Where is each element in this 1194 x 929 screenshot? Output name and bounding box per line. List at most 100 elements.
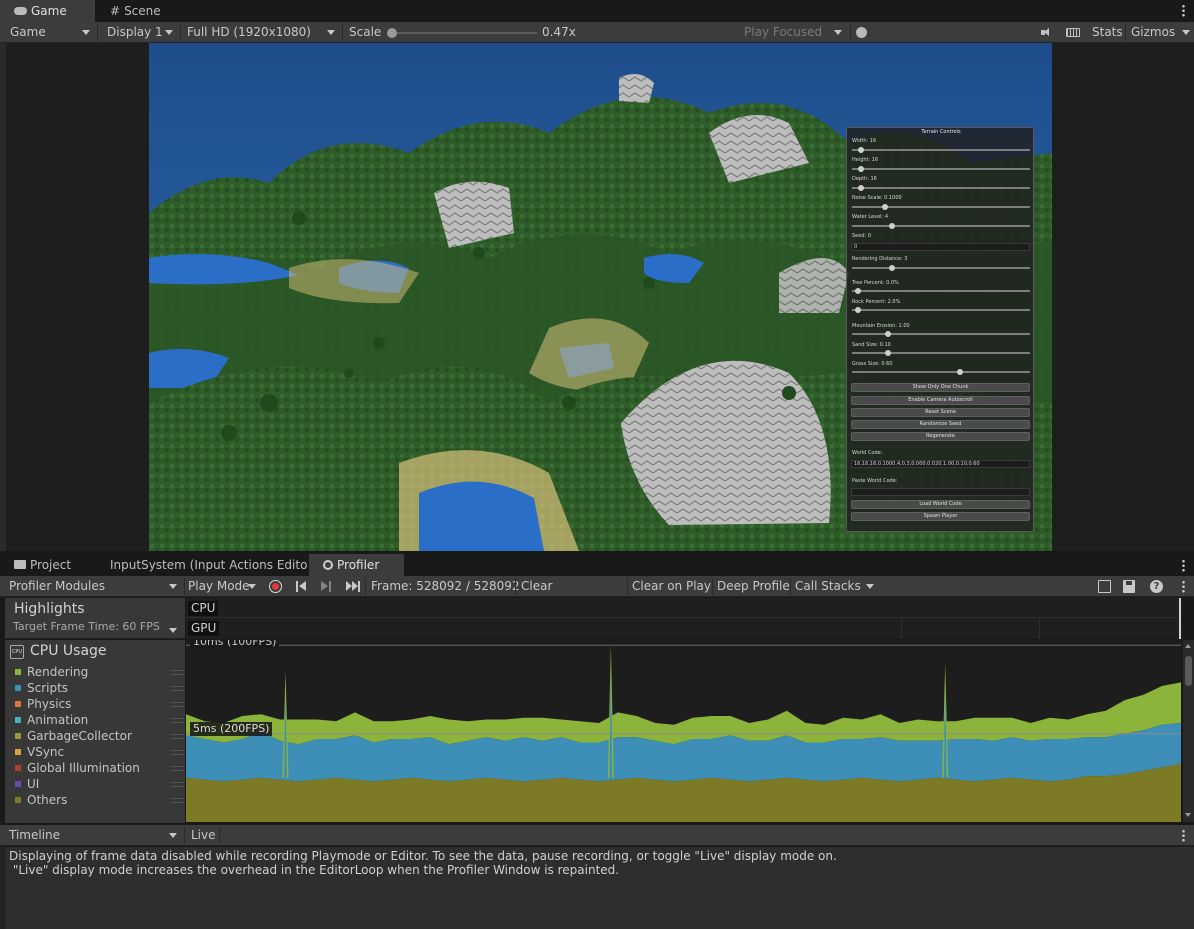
cpu-usage-chart-svg: [186, 644, 1181, 822]
clear-on-play-button[interactable]: Clear on Play: [628, 576, 715, 597]
audio-icon[interactable]: [1041, 28, 1052, 37]
tree-percent-slider[interactable]: [852, 288, 1030, 294]
stats-button[interactable]: Stats: [1088, 22, 1127, 43]
tab-project[interactable]: Project: [0, 554, 96, 576]
load-world-code-button[interactable]: Load World Code: [851, 500, 1030, 509]
drag-handle-icon[interactable]: [171, 734, 183, 739]
last-frame-icon[interactable]: [346, 581, 361, 592]
view-dropdown[interactable]: Game: [6, 22, 96, 43]
save-icon[interactable]: [1123, 580, 1135, 593]
enable-camera-autoscroll-button[interactable]: Enable Camera Autoscroll: [851, 396, 1030, 405]
water-level-slider-knob[interactable]: [889, 223, 895, 229]
rock-percent-slider[interactable]: [852, 307, 1030, 313]
details-left-strip: [0, 847, 5, 929]
mountain-erosion-slider[interactable]: [852, 331, 1030, 337]
height-slider-knob[interactable]: [858, 166, 864, 172]
paste-world-code-field[interactable]: [851, 488, 1030, 496]
noise-scale-slider[interactable]: [852, 204, 1030, 210]
tab-scene[interactable]: # Scene: [96, 0, 186, 22]
scale-slider[interactable]: [387, 28, 537, 38]
frame-counter: Frame: 528092 / 528092: [371, 579, 520, 593]
record-icon[interactable]: [269, 580, 282, 593]
profiler-scrollbar[interactable]: [1183, 640, 1194, 822]
play-mode-dropdown[interactable]: Play Focused: [740, 22, 848, 43]
grass-size-slider-knob[interactable]: [957, 369, 963, 375]
drag-handle-icon[interactable]: [171, 686, 183, 691]
water-level-slider[interactable]: [852, 223, 1030, 229]
legend-others[interactable]: Others: [15, 793, 183, 809]
tab-input-system[interactable]: InputSystem (Input Actions Edito: [96, 554, 308, 576]
legend-ui[interactable]: UI: [15, 777, 183, 793]
deep-profile-button[interactable]: Deep Profile: [713, 576, 794, 597]
depth-slider-knob[interactable]: [858, 185, 864, 191]
mountain-erosion-slider-knob[interactable]: [885, 331, 891, 337]
width-slider-knob[interactable]: [858, 147, 864, 153]
cpu-usage-chart[interactable]: 10ms (100FPS) 5ms (200FPS): [186, 640, 1181, 822]
scrollbar-thumb[interactable]: [1185, 656, 1192, 686]
rendering-distance-slider[interactable]: [852, 265, 1030, 271]
profiler-menu-icon[interactable]: [1182, 580, 1185, 593]
noise-scale-label: Noise Scale: 0.1000: [852, 195, 902, 201]
width-slider[interactable]: [852, 147, 1030, 153]
drag-handle-icon[interactable]: [171, 750, 183, 755]
legend-garbage-collector[interactable]: GarbageCollector: [15, 729, 183, 745]
details-menu-icon[interactable]: [1182, 829, 1185, 842]
grass-size-slider[interactable]: [852, 369, 1030, 375]
display-dropdown[interactable]: Display 1: [103, 22, 179, 43]
world-code-field[interactable]: 16,16,16,0.1000,4,0,3,0.000,0.020,1.00,0…: [851, 460, 1030, 468]
game-viewport[interactable]: Terrain Controls Width: 16 Height: 16 De…: [149, 43, 1052, 551]
drag-handle-icon[interactable]: [171, 798, 183, 803]
drag-handle-icon[interactable]: [171, 718, 183, 723]
reset-scene-button[interactable]: Reset Scene: [851, 408, 1030, 417]
regenerate-button[interactable]: Regenerate: [851, 432, 1030, 441]
first-frame-icon[interactable]: [296, 581, 307, 592]
legend-physics[interactable]: Physics: [15, 697, 183, 713]
scale-slider-knob[interactable]: [387, 28, 397, 38]
target-play-mode-dropdown[interactable]: Play Mode: [184, 576, 262, 597]
panel-menu-icon[interactable]: [1182, 559, 1185, 572]
seed-field[interactable]: 0: [851, 243, 1030, 251]
profiler-modules-dropdown[interactable]: Profiler Modules: [5, 576, 183, 597]
legend-rendering[interactable]: Rendering: [15, 665, 183, 681]
live-toggle[interactable]: Live: [187, 825, 220, 846]
tree-percent-slider-knob[interactable]: [855, 288, 861, 294]
drag-handle-icon[interactable]: [171, 702, 183, 707]
details-view-dropdown[interactable]: Timeline: [5, 825, 183, 846]
next-frame-icon[interactable]: [321, 581, 332, 592]
rock-percent-slider-knob[interactable]: [855, 307, 861, 313]
noise-scale-slider-knob[interactable]: [882, 204, 888, 210]
call-stacks-dropdown[interactable]: Call Stacks: [791, 576, 880, 597]
sand-size-slider-knob[interactable]: [885, 350, 891, 356]
legend-scripts[interactable]: Scripts: [15, 681, 183, 697]
sand-size-slider[interactable]: [852, 350, 1030, 356]
legend-global-illumination[interactable]: Global Illumination: [15, 761, 183, 777]
show-only-one-chunk-button[interactable]: Show Only One Chunk: [851, 383, 1030, 392]
help-icon[interactable]: ?: [1150, 580, 1163, 593]
depth-slider[interactable]: [852, 185, 1030, 191]
randomize-seed-button[interactable]: Randomize Seed: [851, 420, 1030, 429]
scroll-up-icon[interactable]: [1185, 644, 1191, 648]
gizmos-chevron-down-icon[interactable]: [1182, 30, 1190, 35]
legend-vsync[interactable]: VSync: [15, 745, 183, 761]
height-slider[interactable]: [852, 166, 1030, 172]
scroll-down-icon[interactable]: [1185, 813, 1191, 817]
spawn-player-button[interactable]: Spawn Player: [851, 512, 1030, 521]
rendering-distance-slider-knob[interactable]: [889, 265, 895, 271]
resolution-dropdown[interactable]: Full HD (1920x1080): [183, 22, 341, 43]
tab-profiler[interactable]: Profiler: [309, 554, 404, 576]
drag-handle-icon[interactable]: [171, 782, 183, 787]
bug-icon[interactable]: [856, 27, 867, 38]
drag-handle-icon[interactable]: [171, 766, 183, 771]
keyboard-icon[interactable]: [1066, 28, 1080, 37]
cpu-lane-label: CPU: [188, 601, 219, 616]
clear-button[interactable]: Clear: [517, 576, 556, 597]
drag-handle-icon[interactable]: [171, 670, 183, 675]
legend-animation[interactable]: Animation: [15, 713, 183, 729]
target-frame-time-dropdown[interactable]: Target Frame Time: 60 FPS: [13, 620, 183, 636]
gizmos-button[interactable]: Gizmos: [1127, 22, 1179, 43]
window-menu-icon[interactable]: [1182, 4, 1185, 17]
terrain-controls-title: Terrain Controls: [921, 129, 961, 135]
recording-message-line-1: Displaying of frame data disabled while …: [9, 849, 837, 863]
load-icon[interactable]: [1098, 580, 1111, 593]
tab-game[interactable]: Game: [0, 0, 95, 22]
